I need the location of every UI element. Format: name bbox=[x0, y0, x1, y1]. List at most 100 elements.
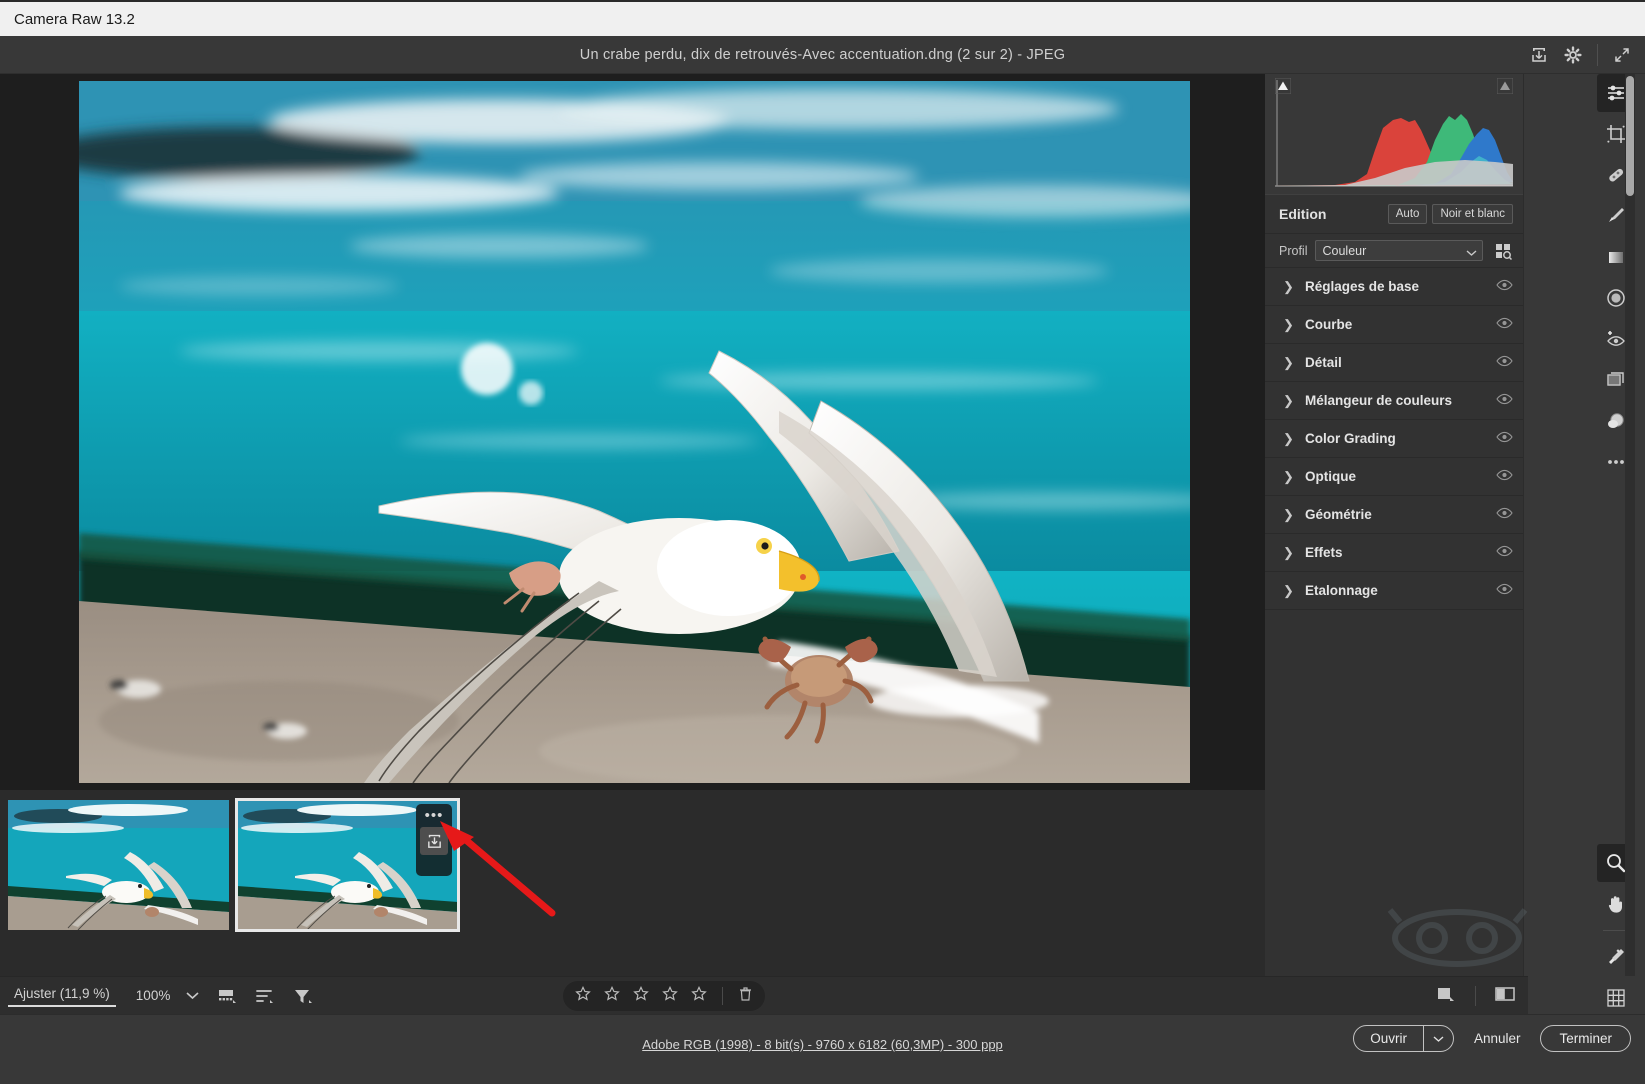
section-optique[interactable]: ❯ Optique bbox=[1265, 458, 1523, 496]
section-melangeur-de-couleurs[interactable]: ❯ Mélangeur de couleurs bbox=[1265, 382, 1523, 420]
scrollbar-thumb[interactable] bbox=[1626, 76, 1634, 196]
section-label: Optique bbox=[1305, 469, 1356, 484]
sort-order-icon[interactable] bbox=[255, 987, 275, 1005]
cancel-button[interactable]: Annuler bbox=[1468, 1026, 1527, 1051]
star-4[interactable] bbox=[662, 985, 678, 1007]
star-1[interactable] bbox=[575, 985, 591, 1007]
view-toggle-group bbox=[1435, 977, 1516, 1015]
chevron-down-icon[interactable] bbox=[186, 987, 199, 1005]
view-divider bbox=[1475, 986, 1476, 1006]
visibility-eye-icon[interactable] bbox=[1496, 506, 1513, 524]
visibility-eye-icon[interactable] bbox=[1496, 544, 1513, 562]
fullscreen-icon[interactable] bbox=[1607, 41, 1637, 69]
document-header: Un crabe perdu, dix de retrouvés-Avec ac… bbox=[0, 36, 1645, 74]
section-label: Géométrie bbox=[1305, 507, 1372, 522]
open-dropdown-chevron-down-icon[interactable] bbox=[1422, 1026, 1453, 1051]
section-effets[interactable]: ❯ Effets bbox=[1265, 534, 1523, 572]
section-label: Color Grading bbox=[1305, 431, 1396, 446]
save-image-icon[interactable] bbox=[1524, 41, 1554, 69]
profile-label: Profil bbox=[1279, 243, 1308, 258]
section-label: Détail bbox=[1305, 355, 1342, 370]
chevron-right-icon: ❯ bbox=[1283, 582, 1294, 598]
chevron-right-icon: ❯ bbox=[1283, 392, 1294, 408]
thumbnail-save-icon[interactable] bbox=[420, 827, 448, 855]
visibility-eye-icon[interactable] bbox=[1496, 316, 1513, 334]
section-etalonnage[interactable]: ❯ Etalonnage bbox=[1265, 572, 1523, 610]
thumbnail-2[interactable]: ••• bbox=[235, 798, 460, 932]
profile-row: Profil Couleur bbox=[1265, 234, 1523, 268]
shadow-clipping-icon[interactable] bbox=[1275, 78, 1291, 94]
visibility-eye-icon[interactable] bbox=[1496, 430, 1513, 448]
header-icon-group bbox=[1524, 36, 1637, 74]
rating-control bbox=[563, 981, 765, 1011]
section-color-grading[interactable]: ❯ Color Grading bbox=[1265, 420, 1523, 458]
tool-rail bbox=[1523, 74, 1635, 1007]
status-button-group: Ouvrir Annuler Terminer bbox=[1353, 1025, 1631, 1052]
filter-icon[interactable] bbox=[293, 987, 313, 1005]
thumbnail-more-icon[interactable]: ••• bbox=[425, 808, 444, 823]
section-list: ❯ Réglages de base ❯ Courbe ❯ Détail ❯ M… bbox=[1265, 268, 1523, 610]
section-label: Effets bbox=[1305, 545, 1343, 560]
chevron-right-icon: ❯ bbox=[1283, 506, 1294, 522]
edit-panel: Edition Auto Noir et blanc Profil Couleu… bbox=[1265, 74, 1523, 976]
fit-zoom-label[interactable]: Ajuster (11,9 %) bbox=[8, 984, 116, 1007]
camera-raw-window: Camera Raw 13.2 Un crabe perdu, dix de r… bbox=[0, 0, 1645, 1084]
open-button[interactable]: Ouvrir bbox=[1354, 1026, 1423, 1051]
section-label: Mélangeur de couleurs bbox=[1305, 393, 1453, 408]
preview-image[interactable] bbox=[79, 81, 1190, 783]
bottom-toolbar: Ajuster (11,9 %) 100% bbox=[0, 976, 1528, 1014]
os-title-bar: Camera Raw 13.2 bbox=[0, 0, 1645, 36]
edit-title: Edition bbox=[1279, 206, 1327, 222]
star-5[interactable] bbox=[691, 985, 707, 1007]
visibility-eye-icon[interactable] bbox=[1496, 278, 1513, 296]
app-title: Camera Raw 13.2 bbox=[14, 10, 135, 28]
profile-browser-icon[interactable] bbox=[1491, 242, 1515, 260]
profile-value: Couleur bbox=[1322, 243, 1367, 258]
profile-select[interactable]: Couleur bbox=[1315, 240, 1483, 261]
chevron-right-icon: ❯ bbox=[1283, 316, 1294, 332]
section-geometrie[interactable]: ❯ Géométrie bbox=[1265, 496, 1523, 534]
chevron-right-icon: ❯ bbox=[1283, 430, 1294, 446]
section-label: Etalonnage bbox=[1305, 583, 1378, 598]
chevron-right-icon: ❯ bbox=[1283, 278, 1294, 294]
rating-divider bbox=[722, 987, 723, 1005]
star-2[interactable] bbox=[604, 985, 620, 1007]
histogram[interactable] bbox=[1275, 78, 1513, 188]
chevron-right-icon: ❯ bbox=[1283, 468, 1294, 484]
chevron-right-icon: ❯ bbox=[1283, 544, 1294, 560]
visibility-eye-icon[interactable] bbox=[1496, 468, 1513, 486]
status-bar: Adobe RGB (1998) - 8 bit(s) - 9760 x 618… bbox=[0, 1014, 1645, 1084]
done-button[interactable]: Terminer bbox=[1540, 1025, 1631, 1052]
highlight-clipping-icon[interactable] bbox=[1497, 78, 1513, 94]
zoom-level-value[interactable]: 100% bbox=[136, 988, 171, 1003]
edit-header: Edition Auto Noir et blanc bbox=[1265, 194, 1523, 234]
preferences-gear-icon[interactable] bbox=[1558, 41, 1588, 69]
black-white-button[interactable]: Noir et blanc bbox=[1432, 204, 1513, 224]
section-label: Courbe bbox=[1305, 317, 1353, 332]
trash-icon[interactable] bbox=[738, 986, 753, 1007]
thumbnail-overlay-menu: ••• bbox=[416, 804, 452, 876]
image-info-link[interactable]: Adobe RGB (1998) - 8 bit(s) - 9760 x 618… bbox=[642, 1037, 1003, 1052]
visibility-eye-icon[interactable] bbox=[1496, 392, 1513, 410]
panel-scrollbar[interactable] bbox=[1625, 74, 1635, 976]
auto-button[interactable]: Auto bbox=[1387, 204, 1428, 224]
header-divider bbox=[1597, 44, 1598, 66]
visibility-eye-icon[interactable] bbox=[1496, 582, 1513, 600]
grid-overlay-icon[interactable] bbox=[1597, 979, 1635, 1017]
open-button-group: Ouvrir bbox=[1353, 1025, 1454, 1052]
edit-panel-body: Edition Auto Noir et blanc Profil Couleu… bbox=[1265, 194, 1523, 610]
before-after-view-icon[interactable] bbox=[1494, 985, 1516, 1008]
section-detail[interactable]: ❯ Détail bbox=[1265, 344, 1523, 382]
visibility-eye-icon[interactable] bbox=[1496, 354, 1513, 372]
single-view-icon[interactable] bbox=[1435, 985, 1457, 1008]
chevron-right-icon: ❯ bbox=[1283, 354, 1294, 370]
section-label: Réglages de base bbox=[1305, 279, 1420, 294]
filmstrip-thumbnails-icon[interactable] bbox=[217, 987, 237, 1005]
section-courbe[interactable]: ❯ Courbe bbox=[1265, 306, 1523, 344]
thumbnail-1[interactable] bbox=[8, 800, 229, 930]
chevron-down-icon bbox=[1466, 246, 1477, 260]
histogram-panel bbox=[1265, 74, 1523, 194]
star-3[interactable] bbox=[633, 985, 649, 1007]
document-title: Un crabe perdu, dix de retrouvés-Avec ac… bbox=[579, 46, 1066, 63]
section-reglages-de-base[interactable]: ❯ Réglages de base bbox=[1265, 268, 1523, 306]
